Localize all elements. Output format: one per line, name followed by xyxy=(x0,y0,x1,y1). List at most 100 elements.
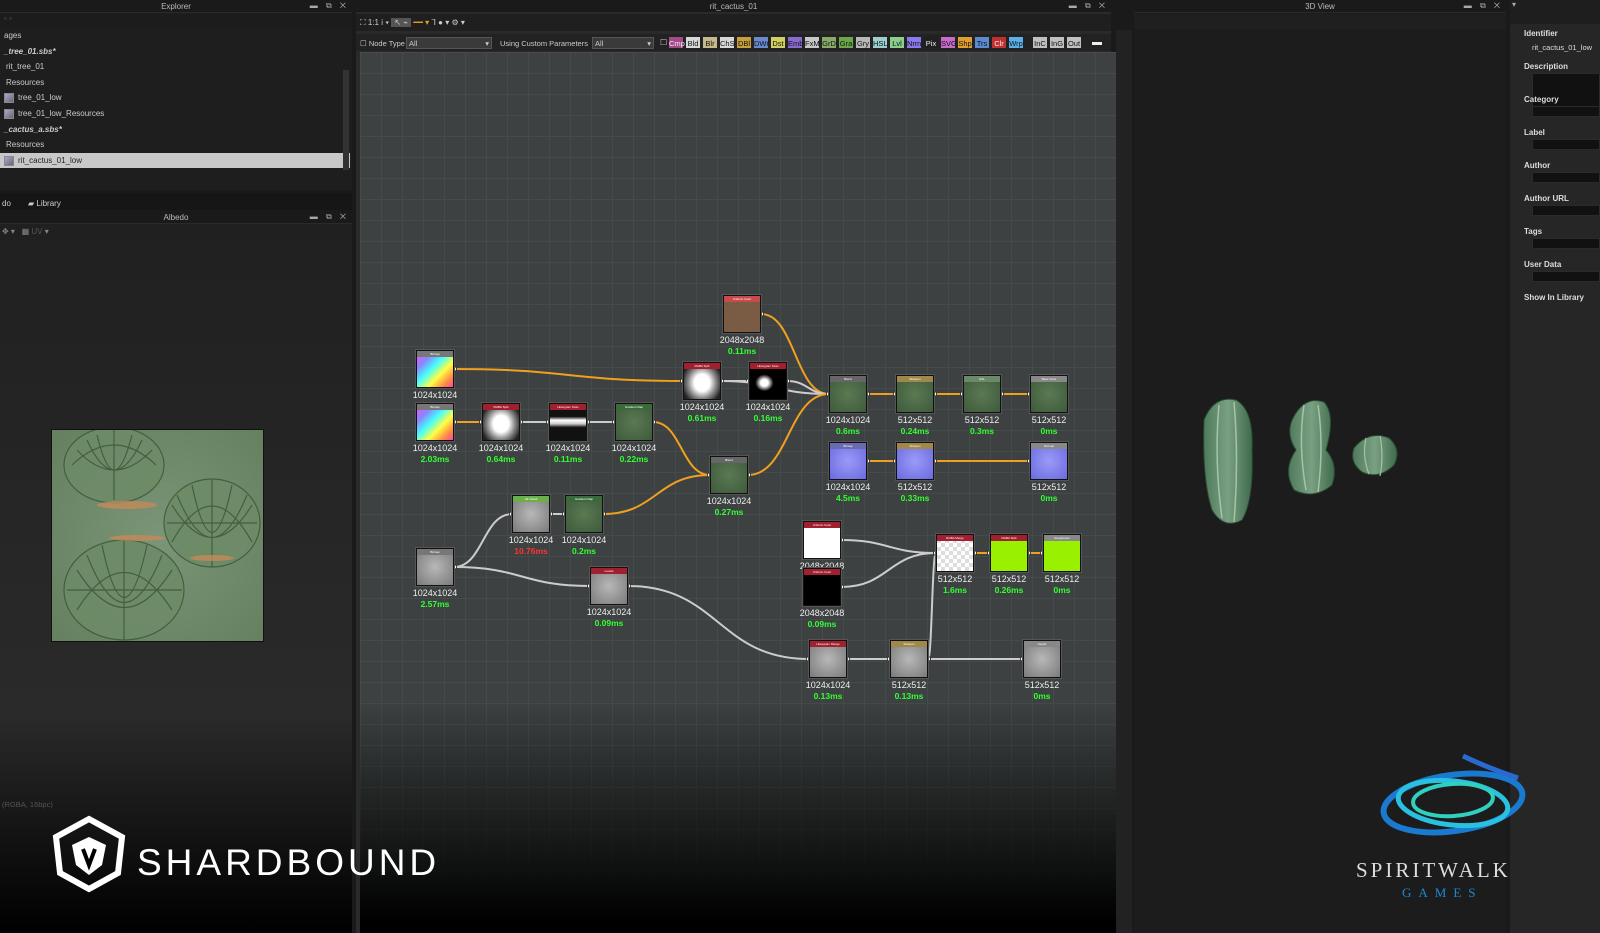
albedo-texture-preview[interactable] xyxy=(51,429,264,642)
chip-dwr[interactable]: DWr xyxy=(753,36,769,49)
node-bitmapH[interactable]: Bitmap xyxy=(416,548,454,586)
node-grad1[interactable]: Gradient Map xyxy=(615,403,653,441)
node-uniform2[interactable]: Uniform Color xyxy=(803,521,841,559)
explorer-panel: Explorer ▬ ⧉ ✕ ▫ ▫ ages _tree_01.sbs* rit_… xyxy=(0,0,352,190)
chip-nrm[interactable]: Nrm xyxy=(906,36,922,49)
zoom-label[interactable]: 1:1 xyxy=(368,18,379,27)
node-blend1[interactable]: Blend xyxy=(829,375,867,413)
node-basecolor[interactable]: Base Color xyxy=(1030,375,1068,413)
node-sharpen1[interactable]: Sharpen xyxy=(896,375,934,413)
chip-pix[interactable]: Pix xyxy=(923,36,939,49)
tree-item[interactable]: tree_01_low xyxy=(0,90,350,106)
chip-grd[interactable]: GrD xyxy=(821,36,837,49)
node-uniform3[interactable]: Uniform Color xyxy=(803,568,841,606)
node-resolution: 512x512 xyxy=(897,482,933,492)
chip-lvl[interactable]: Lvl xyxy=(889,36,905,49)
chip-shp[interactable]: Shp xyxy=(957,36,973,49)
chip-gry[interactable]: Gry xyxy=(855,36,871,49)
align-icon[interactable]: ⅂ xyxy=(431,18,435,27)
gear-icon[interactable]: ⚙ ▾ xyxy=(451,18,464,27)
tree-item[interactable]: _tree_01.sbs* xyxy=(0,44,350,60)
node-sharpenN[interactable]: Sharpen xyxy=(896,442,934,480)
render-icon[interactable]: ● ▾ xyxy=(438,18,449,27)
node-rough[interactable]: Roughness xyxy=(1043,534,1081,572)
info-icon[interactable]: i ▾ xyxy=(381,18,389,27)
spiritwalk-wordmark: SPIRITWALK xyxy=(1356,858,1511,882)
node-hfblur[interactable]: HF Detail xyxy=(512,495,550,533)
node-header: RGBA Split xyxy=(684,363,720,369)
select-tool-icon[interactable]: ↖ ⌁ xyxy=(391,18,412,27)
chip-svg[interactable]: SVG xyxy=(940,36,957,49)
tree-item[interactable]: rit_tree_01 xyxy=(0,59,350,75)
tree-item[interactable]: _cactus_a.sbs* xyxy=(0,122,350,138)
identifier-field[interactable]: rit_cactus_01_low xyxy=(1532,43,1600,55)
spiritwalk-logo xyxy=(1368,748,1538,850)
view-3d-menubar xyxy=(1134,14,1506,29)
chip-bld[interactable]: Bld xyxy=(685,36,701,49)
panel-buttons-2d[interactable]: ▬ ⧉ ✕ xyxy=(310,212,349,222)
chip-fxm[interactable]: FxM xyxy=(804,36,820,49)
chip-inc[interactable]: InC xyxy=(1032,36,1048,49)
node-sharpenR[interactable]: Sharpen xyxy=(890,640,928,678)
node-hist2[interactable]: Histogram Scan xyxy=(749,362,787,400)
chip-blr[interactable]: Blr xyxy=(702,36,718,49)
node-rgbamerge[interactable]: RGBA Merge xyxy=(936,534,974,572)
chip-hsl[interactable]: HSL xyxy=(872,36,888,49)
node-grad2[interactable]: Gradient Map xyxy=(565,495,603,533)
explorer-scrollbar[interactable] xyxy=(343,70,349,170)
chip-out[interactable]: Out xyxy=(1066,36,1082,49)
chip-dbl[interactable]: DBl xyxy=(736,36,752,49)
chip-chs[interactable]: ChS xyxy=(719,36,735,49)
prop-field-tags[interactable] xyxy=(1532,238,1600,249)
chip-dst[interactable]: Dst xyxy=(770,36,786,49)
tree-item[interactable]: Resources xyxy=(0,137,350,153)
node-header: Uniform Color xyxy=(804,569,840,575)
comment-icon[interactable]: ▬ xyxy=(1092,37,1102,48)
node-normalOut[interactable]: Normal xyxy=(1030,442,1068,480)
panel-buttons-graph[interactable]: ▬ ⧉ ✕ xyxy=(1069,1,1108,11)
prop-label-user-data: User Data xyxy=(1524,260,1562,269)
node-histR[interactable]: Histogram Range xyxy=(809,640,847,678)
node-uniform1[interactable]: Uniform Color xyxy=(723,295,761,333)
chip-emb[interactable]: Emb xyxy=(787,36,803,49)
node-rgba1[interactable]: RGBA Split xyxy=(482,403,520,441)
tree-item[interactable]: Resources xyxy=(0,75,350,91)
node-lvl1[interactable]: Levels xyxy=(590,567,628,605)
tab-library[interactable]: ▰ Library xyxy=(28,196,61,211)
chip-ing[interactable]: InG xyxy=(1049,36,1065,49)
node-bitmap1[interactable]: Bitmap xyxy=(416,350,454,388)
prop-field-author-url[interactable] xyxy=(1532,205,1600,216)
panel-buttons[interactable]: ▬ ⧉ ✕ xyxy=(310,1,349,11)
chip-cmp[interactable]: Cmp xyxy=(668,36,685,49)
custom-params-select[interactable]: All ▾ xyxy=(592,37,654,49)
node-heightOut[interactable]: Height xyxy=(1023,640,1061,678)
chip-clr[interactable]: Clr xyxy=(991,36,1007,49)
chip-wrp[interactable]: Wrp xyxy=(1008,36,1024,49)
panel-buttons-3d[interactable]: ▬ ⧉ ✕ xyxy=(1464,1,1503,11)
prop-field-category[interactable] xyxy=(1532,106,1600,117)
prop-field-author[interactable] xyxy=(1532,172,1600,183)
tree-item[interactable]: rit_cactus_01_low xyxy=(0,152,350,169)
tree-item[interactable]: ages xyxy=(0,28,350,44)
node-rgba3[interactable]: RGBA Split xyxy=(990,534,1028,572)
node-bitmapN[interactable]: Bitmap xyxy=(829,442,867,480)
filter-icon[interactable]: ☐ xyxy=(660,38,667,47)
node-type-select[interactable]: All ▾ xyxy=(406,37,492,49)
node-hsl1[interactable]: HSL xyxy=(963,375,1001,413)
fit-icon[interactable]: ⛶ xyxy=(360,18,366,27)
prop-field-user-data[interactable] xyxy=(1532,271,1600,282)
tree-item-label: _tree_01.sbs* xyxy=(4,46,56,56)
uv-icon[interactable]: ▦ xyxy=(22,227,30,236)
node-hist1[interactable]: Histogram Scan xyxy=(549,403,587,441)
chip-gra[interactable]: Gra xyxy=(838,36,854,49)
prop-label-description: Description xyxy=(1524,62,1569,71)
node-bitmap2[interactable]: Bitmap xyxy=(416,403,454,441)
chip-trs[interactable]: Trs xyxy=(974,36,990,49)
tab-left[interactable]: do xyxy=(2,196,11,211)
tree-item[interactable]: tree_01_low_Resources xyxy=(0,106,350,122)
node-blend2[interactable]: Blend xyxy=(710,456,748,494)
prop-field-label[interactable] xyxy=(1532,139,1600,150)
graph-canvas[interactable]: Uniform Color 2048x2048 0.11ms Bitmap 1024x1… xyxy=(360,52,1130,933)
link-style-icon[interactable]: ━━ ▾ xyxy=(413,18,429,27)
node-rgba2[interactable]: RGBA Split xyxy=(683,362,721,400)
